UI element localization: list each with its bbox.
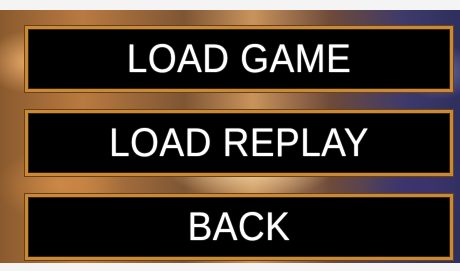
back-label: BACK xyxy=(187,204,291,249)
back-button[interactable]: BACK xyxy=(25,194,453,260)
menu-screen: LOAD GAME LOAD REPLAY BACK xyxy=(0,0,460,271)
load-game-label: LOAD GAME xyxy=(126,36,352,81)
load-replay-label: LOAD REPLAY xyxy=(109,120,369,165)
load-game-button[interactable]: LOAD GAME xyxy=(25,26,453,92)
load-replay-button[interactable]: LOAD REPLAY xyxy=(25,110,453,176)
